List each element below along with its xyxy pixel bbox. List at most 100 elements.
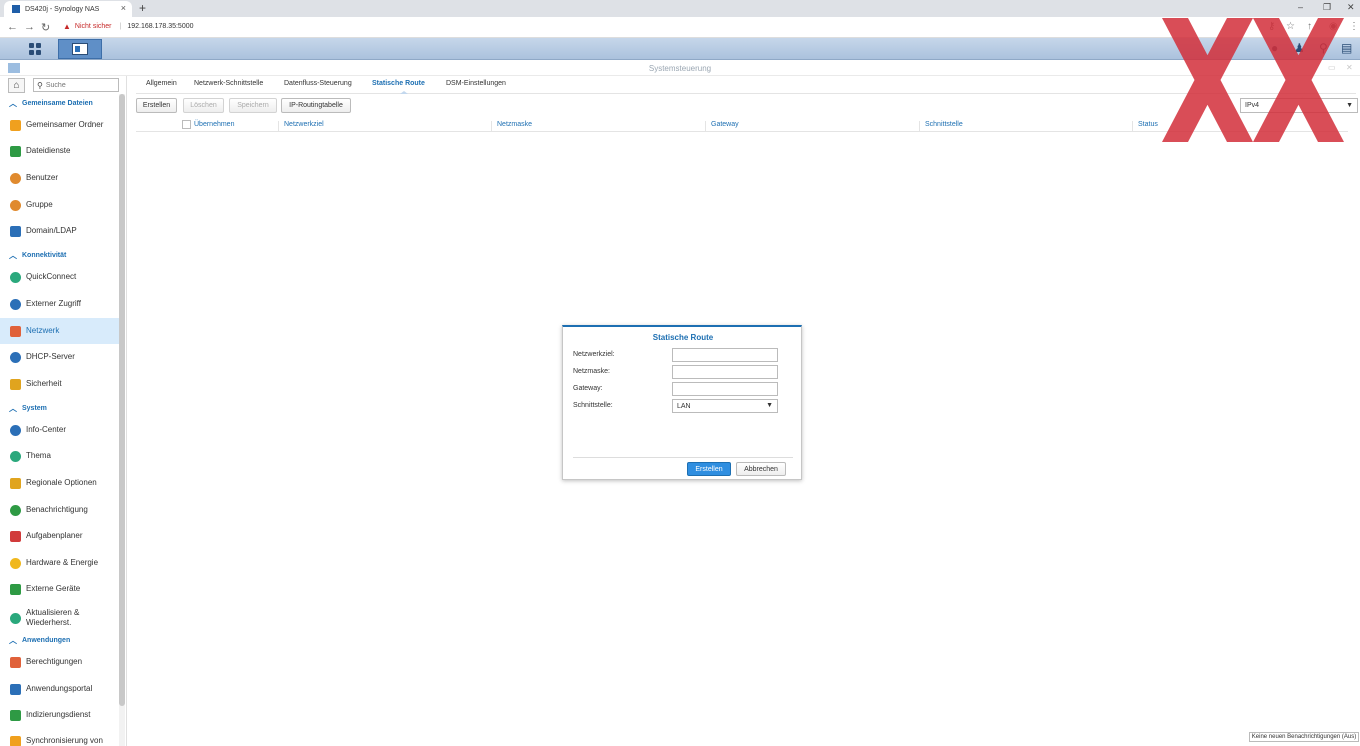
url-separator: |	[119, 23, 122, 30]
section-header-shared-files[interactable]: ︿ Gemeinsame Dateien	[9, 98, 93, 109]
ip-version-select[interactable]: IPv4 ▼	[1240, 98, 1358, 113]
minimize-window-icon[interactable]: –	[1298, 2, 1303, 12]
gateway-label: Gateway:	[573, 385, 603, 392]
close-window-icon[interactable]: ✕	[1347, 2, 1355, 13]
interface-select[interactable]: LAN ▼	[672, 399, 778, 413]
close-app-icon[interactable]: ✕	[1346, 63, 1353, 72]
sidebar-item-update-restore[interactable]: Aktualisieren & Wiederherst.	[0, 603, 119, 633]
new-tab-button[interactable]: +	[139, 1, 146, 15]
sidebar-item-indexing-service[interactable]: Indizierungsdienst	[0, 702, 119, 728]
star-icon[interactable]: ☆	[1286, 21, 1295, 32]
column-network-target[interactable]: Netzwerkziel	[284, 121, 492, 131]
sidebar-item-file-services[interactable]: Dateidienste	[0, 138, 119, 164]
sidebar-item-task-scheduler[interactable]: Aufgabenplaner	[0, 523, 119, 549]
search-icon[interactable]: ⚲	[1319, 41, 1328, 55]
sidebar-item-security[interactable]: Sicherheit	[0, 371, 119, 397]
sidebar-item-group[interactable]: Gruppe	[0, 192, 119, 218]
sidebar-item-shared-folder[interactable]: Gemeinsamer Ordner	[0, 112, 119, 138]
tab-dsm-settings[interactable]: DSM-Einstellungen	[446, 80, 506, 87]
dhcp-icon	[10, 351, 21, 363]
home-button[interactable]: ⌂	[8, 78, 25, 93]
menu-icon[interactable]: ⋮	[1349, 21, 1359, 32]
sidebar-item-dhcp-server[interactable]: DHCP-Server	[0, 344, 119, 370]
tab-network-interface[interactable]: Netzwerk-Schnittstelle	[194, 80, 263, 87]
url-field[interactable]: ▲ Nicht sicher | 192.168.178.35:5000	[63, 22, 194, 31]
info-icon	[10, 424, 21, 436]
chat-icon	[10, 504, 21, 516]
network-target-label: Netzwerkziel:	[573, 351, 615, 358]
chevron-up-icon: ︿	[9, 636, 17, 645]
column-apply[interactable]: Übernehmen	[194, 121, 279, 131]
notification-status[interactable]: Keine neuen Benachrichtigungen (Aus)	[1249, 732, 1359, 742]
control-panel-taskbar-button[interactable]	[58, 39, 102, 59]
sidebar-item-external-access[interactable]: Externer Zugriff	[0, 291, 119, 317]
restore-window-icon[interactable]: ❐	[1323, 2, 1331, 13]
select-all-checkbox[interactable]	[182, 120, 191, 129]
sidebar-item-network[interactable]: Netzwerk	[0, 318, 119, 344]
column-gateway[interactable]: Gateway	[711, 121, 920, 131]
user-icon	[10, 172, 21, 184]
dialog-cancel-button[interactable]: Abbrechen	[736, 462, 786, 476]
main-menu-button[interactable]	[13, 39, 57, 59]
sidebar-item-theme[interactable]: Thema	[0, 443, 119, 469]
column-netmask[interactable]: Netzmaske	[497, 121, 706, 131]
gateway-input[interactable]	[672, 382, 778, 396]
save-button[interactable]: Speichern	[229, 98, 277, 113]
widgets-icon[interactable]: ▤	[1341, 41, 1352, 55]
sidebar-item-application-portal[interactable]: Anwendungsportal	[0, 676, 119, 702]
tab-general[interactable]: Allgemein	[146, 80, 177, 87]
search-input[interactable]	[45, 81, 116, 89]
sidebar-item-sync[interactable]: Synchronisierung von	[0, 728, 119, 746]
tab-bar: Allgemein Netzwerk-Schnittstelle Datenfl…	[136, 76, 1356, 94]
search-box[interactable]: ⚲	[33, 78, 119, 92]
tab-static-route[interactable]: Statische Route	[372, 80, 425, 87]
sidebar-item-info-center[interactable]: Info-Center	[0, 417, 119, 443]
not-secure-label: Nicht sicher	[74, 23, 112, 30]
section-header-system[interactable]: ︿ System	[9, 403, 47, 414]
forward-icon[interactable]: →	[24, 21, 35, 33]
tab-traffic-control[interactable]: Datenfluss-Steuerung	[284, 80, 352, 87]
apps-grid-icon	[29, 43, 41, 55]
user-icon[interactable]: ♟	[1294, 41, 1305, 55]
globe-icon	[10, 298, 21, 310]
sidebar-item-domain-ldap[interactable]: Domain/LDAP	[0, 218, 119, 244]
privileges-grid-icon	[10, 656, 21, 668]
window-title-bar: Systemsteuerung ▭ ✕	[0, 61, 1360, 76]
reload-icon[interactable]: ↻	[41, 21, 50, 34]
sidebar-item-notification[interactable]: Benachrichtigung	[0, 497, 119, 523]
sidebar-scrollbar-thumb[interactable]	[119, 94, 125, 706]
section-header-connectivity[interactable]: ︿ Konnektivität	[9, 250, 66, 261]
sidebar-item-external-devices[interactable]: Externe Geräte	[0, 576, 119, 602]
maximize-window-icon[interactable]: ▭	[1328, 63, 1336, 72]
column-status[interactable]: Status	[1138, 121, 1198, 131]
folder-icon	[10, 119, 21, 131]
browser-tab[interactable]: DS420j - Synology NAS ×	[4, 1, 132, 17]
sidebar-item-hardware-power[interactable]: Hardware & Energie	[0, 550, 119, 576]
network-target-input[interactable]	[672, 348, 778, 362]
chevron-up-icon: ︿	[9, 99, 17, 108]
dialog-create-button[interactable]: Erstellen	[687, 462, 731, 476]
section-header-applications[interactable]: ︿ Anwendungen	[9, 635, 70, 646]
portal-icon	[10, 683, 21, 695]
sidebar-scrollbar[interactable]	[119, 94, 125, 746]
interface-row: Schnittstelle: LAN ▼	[573, 399, 779, 413]
create-button[interactable]: Erstellen	[136, 98, 177, 113]
ip-routing-table-button[interactable]: IP-Routingtabelle	[281, 98, 351, 113]
sidebar-item-user[interactable]: Benutzer	[0, 165, 119, 191]
sidebar-item-regional-options[interactable]: Regionale Optionen	[0, 470, 119, 496]
sidebar-item-privileges[interactable]: Berechtigungen	[0, 649, 119, 675]
key-icon[interactable]: ⚷	[1268, 21, 1275, 32]
sidebar-item-quickconnect[interactable]: QuickConnect	[0, 264, 119, 290]
netmask-input[interactable]	[672, 365, 778, 379]
extension-icon[interactable]: ↑	[1307, 21, 1312, 32]
delete-button[interactable]: Löschen	[183, 98, 224, 113]
profile-icon[interactable]: ◉	[1329, 21, 1338, 32]
clock-icon	[10, 477, 21, 489]
chevron-up-icon: ︿	[9, 251, 17, 260]
notifications-icon[interactable]: ●	[1271, 41, 1278, 55]
routes-table-header: Übernehmen Netzwerkziel Netzmaske Gatewa…	[136, 118, 1348, 132]
browser-tab-title: DS420j - Synology NAS	[25, 5, 100, 13]
column-interface[interactable]: Schnittstelle	[925, 121, 1133, 131]
back-icon[interactable]: ←	[7, 21, 18, 33]
close-tab-icon[interactable]: ×	[121, 3, 126, 13]
